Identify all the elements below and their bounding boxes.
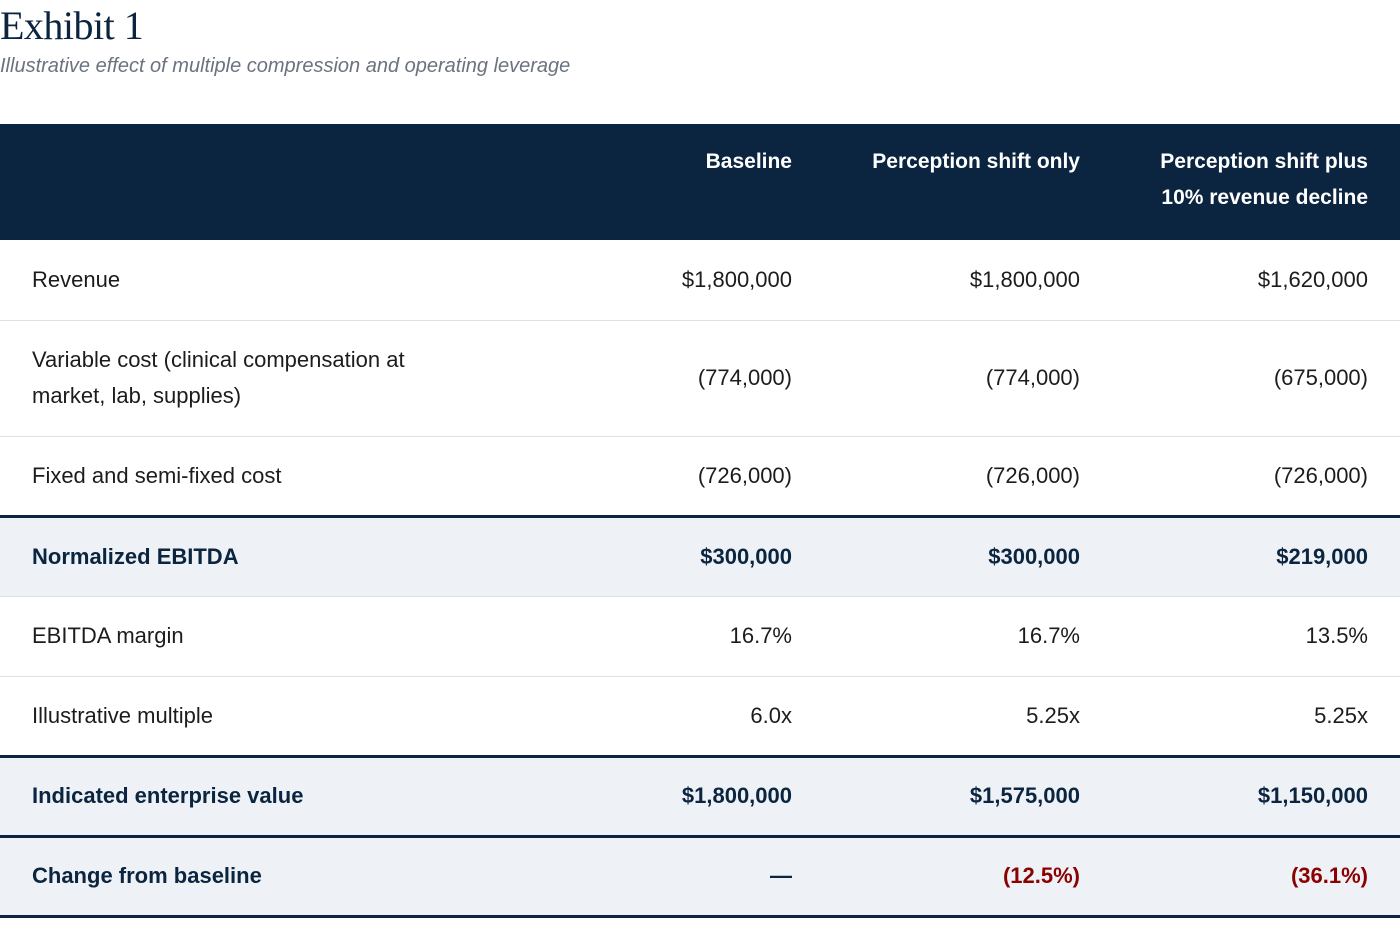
row-label-text: Illustrative multiple — [32, 702, 213, 728]
cell-perception-shift-plus-decline: $219,000 — [1112, 514, 1400, 597]
table-row-revenue: Revenue $1,800,000 $1,800,000 $1,620,000 — [0, 240, 1400, 321]
column-header-label-line-2: 10% revenue decline — [1161, 186, 1368, 209]
row-label: Revenue — [0, 240, 500, 321]
table-row-fixed-cost: Fixed and semi-fixed cost (726,000) (726… — [0, 436, 1400, 517]
row-label: Illustrative multiple — [0, 676, 500, 757]
table-body: Revenue $1,800,000 $1,800,000 $1,620,000… — [0, 240, 1400, 918]
cell-baseline: $300,000 — [500, 514, 824, 597]
row-label-text: Change from baseline — [32, 863, 262, 888]
table-row-ebitda-margin: EBITDA margin 16.7% 16.7% 13.5% — [0, 596, 1400, 677]
row-label: Variable cost (clinical compensation at … — [0, 320, 500, 437]
exhibit-title: Exhibit 1 — [0, 3, 144, 48]
row-label: Change from baseline — [0, 834, 500, 918]
row-label-text-line-2: market, lab, supplies) — [32, 383, 242, 408]
row-label-text: Fixed and semi-fixed cost — [32, 462, 282, 488]
cell-baseline: (774,000) — [500, 320, 824, 437]
exhibit-subtitle: Illustrative effect of multiple compress… — [0, 55, 571, 77]
cell-perception-shift: $300,000 — [824, 514, 1112, 597]
cell-perception-shift-plus-decline: (36.1%) — [1112, 834, 1400, 918]
row-label-text: Normalized EBITDA — [32, 543, 239, 569]
cell-perception-shift-plus-decline: $1,150,000 — [1112, 754, 1400, 837]
cell-perception-shift: (12.5%) — [824, 834, 1112, 918]
row-label-text: EBITDA margin — [32, 623, 184, 648]
column-header-perception-shift-plus-decline: Perception shift plus 10% revenue declin… — [1112, 124, 1400, 240]
cell-perception-shift: (726,000) — [824, 436, 1112, 517]
cell-baseline: 6.0x — [500, 676, 824, 757]
cell-perception-shift: $1,800,000 — [824, 240, 1112, 321]
row-label: Normalized EBITDA — [0, 514, 500, 597]
cell-perception-shift: 5.25x — [824, 676, 1112, 757]
column-header-baseline: Baseline — [500, 124, 824, 240]
header-blank-cell — [0, 124, 500, 240]
cell-perception-shift-plus-decline: 13.5% — [1112, 596, 1400, 677]
table-row-normalized-ebitda: Normalized EBITDA $300,000 $300,000 $219… — [0, 514, 1400, 597]
cell-baseline: $1,800,000 — [500, 754, 824, 837]
cell-perception-shift: $1,575,000 — [824, 754, 1112, 837]
table-row-variable-cost: Variable cost (clinical compensation at … — [0, 320, 1400, 437]
header-row: Baseline Perception shift only Perceptio… — [0, 124, 1400, 240]
cell-perception-shift-plus-decline: 5.25x — [1112, 676, 1400, 757]
table-row-change-from-baseline: Change from baseline — (12.5%) (36.1%) — [0, 834, 1400, 918]
cell-perception-shift: (774,000) — [824, 320, 1112, 437]
column-header-label: Perception shift plus — [1160, 150, 1368, 173]
cell-baseline: $1,800,000 — [500, 240, 824, 321]
cell-perception-shift-plus-decline: $1,620,000 — [1112, 240, 1400, 321]
cell-baseline: (726,000) — [500, 436, 824, 517]
row-label: Indicated enterprise value — [0, 754, 500, 837]
column-header-perception-shift: Perception shift only — [824, 124, 1112, 240]
cell-baseline: — — [500, 834, 824, 918]
financial-table: Baseline Perception shift only Perceptio… — [0, 124, 1400, 918]
row-label-text: Variable cost (clinical compensation at — [32, 347, 405, 372]
cell-perception-shift: 16.7% — [824, 596, 1112, 677]
table-row-illustrative-multiple: Illustrative multiple 6.0x 5.25x 5.25x — [0, 676, 1400, 757]
column-header-label: Baseline — [705, 150, 792, 173]
table-header: Baseline Perception shift only Perceptio… — [0, 124, 1400, 240]
row-label-text: Indicated enterprise value — [32, 783, 304, 808]
column-header-label: Perception shift only — [872, 150, 1080, 173]
cell-perception-shift-plus-decline: (675,000) — [1112, 320, 1400, 437]
row-label: EBITDA margin — [0, 596, 500, 677]
row-label: Fixed and semi-fixed cost — [0, 436, 500, 517]
cell-baseline: 16.7% — [500, 596, 824, 677]
row-label-text: Revenue — [32, 266, 121, 292]
table-row-enterprise-value: Indicated enterprise value $1,800,000 $1… — [0, 754, 1400, 837]
cell-perception-shift-plus-decline: (726,000) — [1112, 436, 1400, 517]
